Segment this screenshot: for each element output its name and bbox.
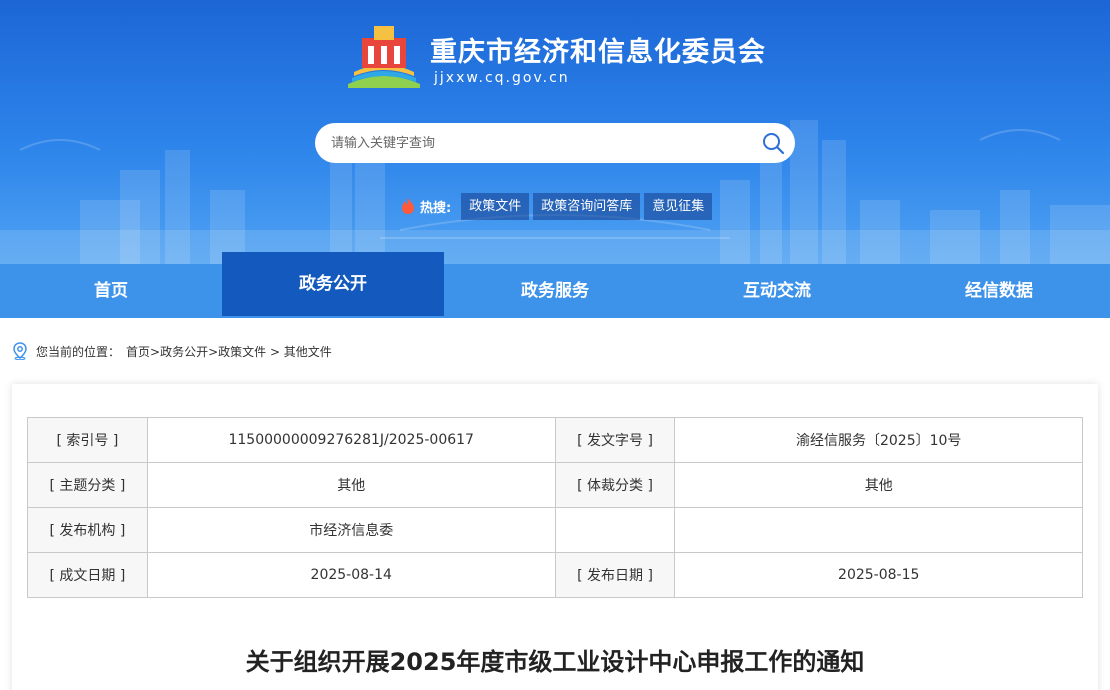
info-label: [ 主题分类 ] (27, 462, 148, 508)
info-value: 渝经信服务〔2025〕10号 (674, 417, 1083, 463)
breadcrumb-path[interactable]: 首页>政务公开>政策文件 > 其他文件 (126, 343, 332, 360)
info-label: [ 成文日期 ] (27, 552, 148, 598)
breadcrumb-prefix: 您当前的位置： (36, 344, 121, 359)
info-label: [ 发文字号 ] (554, 417, 676, 463)
main-nav: 首页 政务公开 政务服务 互动交流 经信数据 (0, 252, 1110, 318)
nav-item-data[interactable]: 经信数据 (888, 264, 1110, 318)
hot-search: 热搜: 政策文件 政策咨询问答库 意见征集 (400, 192, 716, 220)
document-info-table: [ 索引号 ] 11500000009276281J/2025-00617 [ … (27, 417, 1083, 598)
site-header: 重庆市经济和信息化委员会 jjxxw.cq.gov.cn 热搜: 政策文件 政策… (0, 0, 1110, 264)
info-value: 2025-08-15 (674, 552, 1083, 598)
info-empty-cell (554, 507, 676, 553)
info-value: 2025-08-14 (146, 552, 556, 598)
info-value: 其他 (146, 462, 556, 508)
search-icon[interactable] (761, 131, 785, 155)
nav-item-interaction[interactable]: 互动交流 (666, 264, 888, 318)
table-row: [ 成文日期 ] 2025-08-14 [ 发布日期 ] 2025-08-15 (27, 552, 1083, 598)
nav-item-home[interactable]: 首页 (0, 264, 222, 318)
flame-icon (402, 198, 414, 214)
breadcrumb: 您当前的位置： 首页>政务公开>政策文件 > 其他文件 (12, 340, 332, 362)
hot-tag-policy-qa[interactable]: 政策咨询问答库 (533, 192, 641, 220)
content-panel: [ 索引号 ] 11500000009276281J/2025-00617 [ … (12, 384, 1098, 690)
hot-search-label: 热搜: (420, 200, 452, 216)
search-input[interactable] (331, 123, 751, 163)
info-value: 市经济信息委 (146, 507, 556, 553)
hot-tag-opinion[interactable]: 意见征集 (644, 192, 713, 220)
info-label: [ 发布日期 ] (554, 552, 676, 598)
info-label: [ 体裁分类 ] (554, 462, 676, 508)
hot-tag-policy-files[interactable]: 政策文件 (461, 192, 530, 220)
info-value: 其他 (674, 462, 1083, 508)
info-label: [ 索引号 ] (27, 417, 148, 463)
info-label: [ 发布机构 ] (27, 507, 148, 553)
table-row: [ 主题分类 ] 其他 [ 体裁分类 ] 其他 (27, 462, 1083, 508)
site-title: 重庆市经济和信息化委员会 (430, 37, 766, 68)
site-logo[interactable]: 重庆市经济和信息化委员会 jjxxw.cq.gov.cn (344, 24, 784, 94)
search-bar (315, 123, 795, 163)
nav-item-gov-affairs-open[interactable]: 政务公开 (222, 252, 444, 316)
table-row: [ 发布机构 ] 市经济信息委 (27, 507, 1083, 553)
site-url: jjxxw.cq.gov.cn (434, 70, 570, 86)
document-title: 关于组织开展2025年度市级工业设计中心申报工作的通知 (245, 648, 865, 676)
location-pin-icon (13, 342, 27, 360)
nav-item-gov-services[interactable]: 政务服务 (444, 264, 666, 318)
table-row: [ 索引号 ] 11500000009276281J/2025-00617 [ … (27, 417, 1083, 463)
logo-emblem-icon (348, 26, 420, 88)
info-value: 11500000009276281J/2025-00617 (146, 417, 556, 463)
info-empty-cell (674, 507, 1083, 553)
